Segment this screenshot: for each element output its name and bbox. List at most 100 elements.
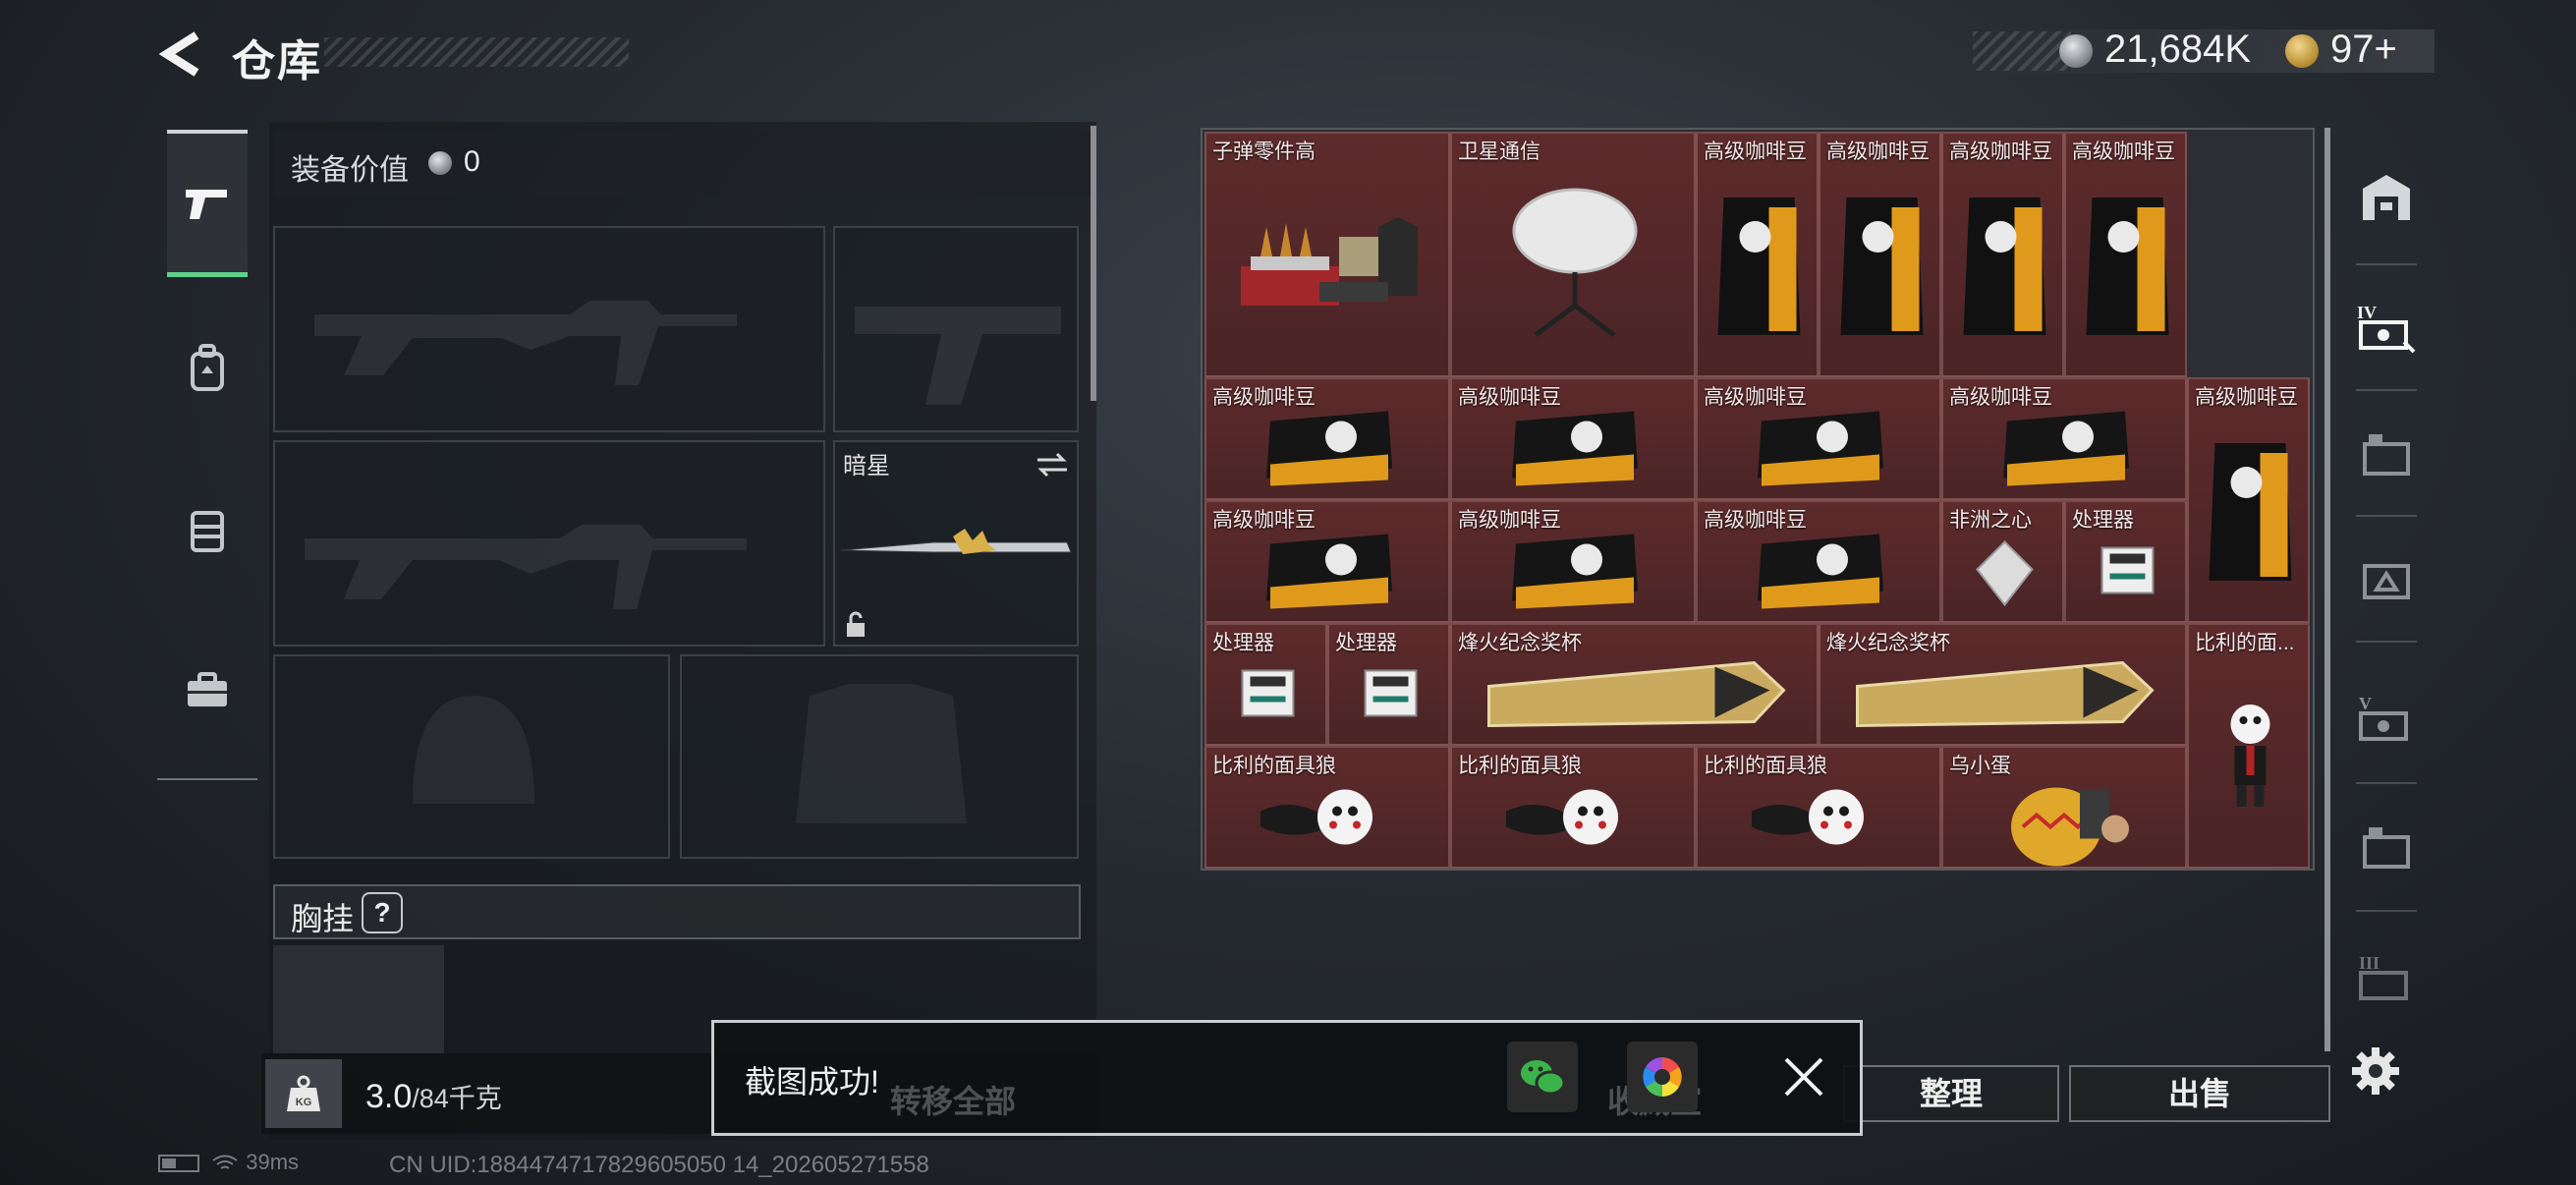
side-tab-home[interactable] bbox=[2344, 138, 2429, 255]
chest-rig-slot[interactable] bbox=[273, 945, 444, 1053]
equipment-value-label: 装备价值 bbox=[291, 154, 409, 187]
tab-weapons[interactable] bbox=[167, 130, 248, 277]
stash-item[interactable]: 高级咖啡豆 bbox=[1819, 132, 1941, 377]
toolbox-icon bbox=[188, 672, 227, 706]
wechat-share-icon[interactable] bbox=[1507, 1042, 1578, 1112]
stash-v-icon: V bbox=[2359, 694, 2408, 741]
backpack-icon bbox=[191, 344, 224, 391]
gold-currency[interactable]: 97+ bbox=[2330, 28, 2397, 72]
photos-share-icon[interactable] bbox=[1627, 1042, 1698, 1112]
user-uid: CN UID:1884474717829605050 14_2026052715… bbox=[389, 1152, 929, 1178]
stash-item[interactable]: 烽火纪念奖杯 bbox=[1450, 623, 1819, 746]
network-status: 39ms bbox=[157, 1150, 299, 1175]
stash-item-name: 高级咖啡豆 bbox=[2072, 141, 2175, 163]
sidearm-slot[interactable] bbox=[833, 226, 1079, 432]
stash-item[interactable]: 比利的面具狼 bbox=[1450, 746, 1696, 869]
primary-weapon-slot[interactable] bbox=[273, 226, 825, 432]
weight-icon: KG bbox=[265, 1059, 342, 1128]
stash-item-name: 处理器 bbox=[2072, 509, 2134, 532]
title-decoration bbox=[324, 37, 629, 67]
lock-icon bbox=[847, 611, 865, 637]
swap-icon[interactable] bbox=[1034, 450, 1071, 480]
silver-coin-icon bbox=[428, 151, 452, 175]
coffee-bag-icon bbox=[1840, 198, 1924, 335]
vest-icon bbox=[191, 511, 224, 552]
stash-item-name: 卫星通信 bbox=[1458, 141, 1540, 163]
puppet-icon bbox=[2230, 705, 2270, 807]
side-tab-stash-3[interactable]: III bbox=[2344, 918, 2429, 1036]
stash-item-name: 比利的面具狼 bbox=[1704, 755, 1827, 777]
satellite-dish-icon bbox=[1512, 188, 1638, 337]
stash-item[interactable]: 高级咖啡豆 bbox=[1450, 500, 1696, 623]
stash-item-name: 高级咖啡豆 bbox=[1458, 386, 1561, 409]
stash-item[interactable]: 高级咖啡豆 bbox=[1204, 377, 1450, 500]
stash-item[interactable]: 高级咖啡豆 bbox=[1941, 132, 2064, 377]
helmet-silhouette-icon bbox=[413, 696, 534, 804]
stash-item[interactable]: 烽火纪念奖杯 bbox=[1819, 623, 2187, 746]
sell-button[interactable]: 出售 bbox=[2069, 1065, 2330, 1122]
silver-currency[interactable]: 21,684K bbox=[2104, 28, 2251, 72]
coffee-bag-icon bbox=[1963, 198, 2046, 335]
side-tab-stash-4[interactable]: IV bbox=[2344, 267, 2429, 385]
svg-text:V: V bbox=[2359, 694, 2372, 713]
stash-item[interactable]: 高级咖啡豆 bbox=[1941, 377, 2187, 500]
ping: 39ms bbox=[246, 1150, 300, 1174]
stash-item-name: 高级咖啡豆 bbox=[1458, 509, 1561, 532]
stash-item[interactable]: 处理器 bbox=[1327, 623, 1450, 746]
stash-item[interactable]: 高级咖啡豆 bbox=[1696, 500, 1941, 623]
melee-slot[interactable]: 暗星 bbox=[833, 440, 1079, 647]
tab-toolbox[interactable] bbox=[167, 617, 248, 764]
stash-item[interactable]: 高级咖啡豆 bbox=[2064, 132, 2187, 377]
battery-icon bbox=[158, 1155, 199, 1173]
side-tab-stash-a[interactable] bbox=[2344, 393, 2429, 511]
knife-icon bbox=[840, 529, 1072, 554]
stash-item[interactable]: 高级咖啡豆 bbox=[1696, 132, 1819, 377]
stash-item-name: 高级咖啡豆 bbox=[2195, 386, 2298, 409]
coffee-bag-icon bbox=[1717, 198, 1801, 335]
stash-item[interactable]: 高级咖啡豆 bbox=[1204, 500, 1450, 623]
tab-divider bbox=[2356, 910, 2417, 912]
transfer-all-button[interactable]: 转移全部 bbox=[890, 1077, 1016, 1122]
svg-text:KG: KG bbox=[296, 1097, 312, 1108]
stash-scrollbar[interactable] bbox=[2324, 128, 2330, 1051]
stash-item[interactable]: 高级咖啡豆 bbox=[2187, 377, 2310, 623]
stash-item[interactable]: 高级咖啡豆 bbox=[1450, 377, 1696, 500]
close-icon[interactable] bbox=[1780, 1053, 1827, 1100]
svg-text:IV: IV bbox=[2357, 303, 2377, 322]
help-icon[interactable]: ? bbox=[362, 892, 403, 933]
stash-item[interactable]: 比利的面... bbox=[2187, 623, 2310, 869]
ammo-parts-icon bbox=[1241, 217, 1418, 306]
stash-item[interactable]: 非洲之心 bbox=[1941, 500, 2064, 623]
loadout-scrollbar[interactable] bbox=[1091, 126, 1096, 401]
tab-divider bbox=[2356, 263, 2417, 265]
stash-item[interactable]: 卫星通信 bbox=[1450, 132, 1696, 377]
tab-divider bbox=[2356, 389, 2417, 391]
armor-silhouette-icon bbox=[796, 684, 967, 823]
tab-vest[interactable] bbox=[167, 456, 248, 603]
sort-button[interactable]: 整理 bbox=[1843, 1065, 2059, 1122]
stash-item[interactable]: 高级咖啡豆 bbox=[1696, 377, 1941, 500]
side-tab-stash-c[interactable] bbox=[2344, 786, 2429, 904]
stash-item[interactable]: 处理器 bbox=[2064, 500, 2187, 623]
side-tab-stash-5[interactable]: V bbox=[2344, 658, 2429, 776]
settings-gear-icon[interactable] bbox=[2350, 1045, 2401, 1097]
stash-item-name: 比利的面... bbox=[2195, 632, 2295, 654]
stash-item-name: 高级咖啡豆 bbox=[1704, 386, 1807, 409]
melee-name: 暗星 bbox=[843, 453, 890, 480]
side-tab-stash-b[interactable] bbox=[2344, 519, 2429, 637]
back-arrow-icon[interactable] bbox=[157, 31, 206, 77]
stash-iii-icon: III bbox=[2359, 953, 2408, 1000]
tab-backpack[interactable] bbox=[167, 295, 248, 442]
stash-item[interactable]: 子弹零件高 bbox=[1204, 132, 1450, 377]
coffee-bag-icon bbox=[2209, 443, 2292, 581]
stash-tab-icon bbox=[2363, 564, 2410, 599]
home-shelf-icon bbox=[2363, 175, 2410, 220]
stash-item[interactable]: 比利的面具狼 bbox=[1204, 746, 1450, 869]
stash-item[interactable]: 处理器 bbox=[1204, 623, 1327, 746]
armor-slot[interactable] bbox=[680, 654, 1079, 859]
helmet-slot[interactable] bbox=[273, 654, 670, 859]
pistol-icon bbox=[186, 189, 227, 219]
stash-item[interactable]: 乌小蛋 bbox=[1941, 746, 2187, 869]
secondary-weapon-slot[interactable] bbox=[273, 440, 825, 647]
stash-item[interactable]: 比利的面具狼 bbox=[1696, 746, 1941, 869]
